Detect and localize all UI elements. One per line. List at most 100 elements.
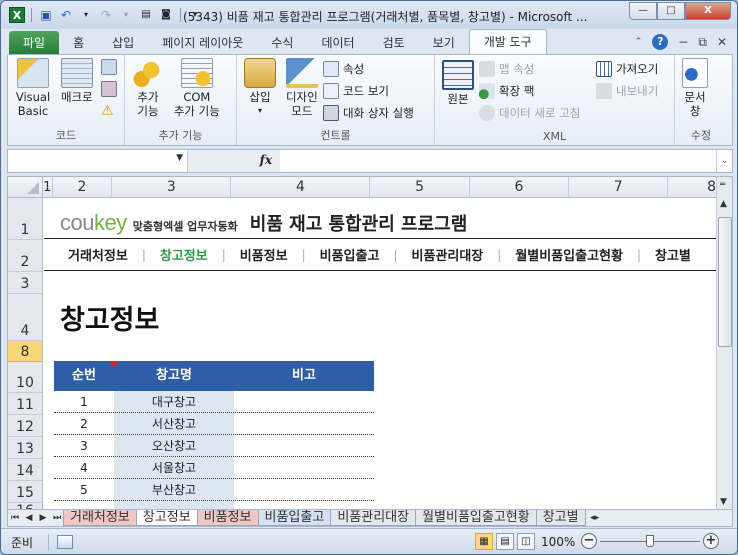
properties-button[interactable]: 속성 xyxy=(323,58,414,80)
cell-no[interactable]: 1 xyxy=(54,395,114,409)
record-macro-icon[interactable] xyxy=(101,59,117,75)
page-break-view-icon[interactable]: ◫ xyxy=(517,533,535,550)
last-sheet-icon[interactable]: ⏭ xyxy=(50,513,64,523)
row-header[interactable]: 10 xyxy=(8,362,42,393)
zoom-thumb[interactable] xyxy=(646,534,654,547)
workbook-restore-icon[interactable]: ⧉ xyxy=(698,35,707,50)
expand-formula-bar-icon[interactable]: ⌄ xyxy=(716,150,732,172)
row-header[interactable]: 14 xyxy=(8,459,42,481)
workbook-minimize-icon[interactable]: − xyxy=(678,35,688,49)
row-header[interactable]: 2 xyxy=(8,240,42,272)
xml-source-button[interactable]: 원본 xyxy=(439,60,477,106)
nav-items[interactable]: 비품정보 xyxy=(240,245,288,264)
cell-name[interactable]: 대구창고 xyxy=(114,391,234,412)
expansion-packs-button[interactable]: 확장 팩 xyxy=(479,80,580,102)
redo-dropdown-icon[interactable]: ▾ xyxy=(118,7,134,23)
cell-name[interactable]: 서울창고 xyxy=(114,457,234,478)
select-all-corner[interactable] xyxy=(8,177,43,197)
sheet-tab[interactable]: 비품관리대장 xyxy=(330,510,417,526)
column-header[interactable]: 4 xyxy=(231,177,371,197)
sheet-tab[interactable]: 거래처정보 xyxy=(63,510,137,526)
tab-review[interactable]: 검토 xyxy=(369,31,419,55)
formula-input[interactable] xyxy=(280,150,716,172)
tab-developer[interactable]: 개발 도구 xyxy=(468,29,547,55)
map-properties-button[interactable]: 맵 속성 xyxy=(479,58,580,80)
name-box-dropdown-icon[interactable]: ▼ xyxy=(176,153,183,163)
sheet-tab[interactable]: 비품입출고 xyxy=(257,510,332,526)
sheet-tab-active[interactable]: 창고정보 xyxy=(135,510,198,526)
sheet-tab[interactable]: 월별비품입출고현황 xyxy=(415,510,537,526)
macro-record-icon[interactable] xyxy=(57,535,73,549)
nav-monthly[interactable]: 월별비품입출고현황 xyxy=(515,245,623,264)
minimize-ribbon-icon[interactable]: ⌃ xyxy=(635,37,643,47)
header-warehouse-name[interactable]: 창고명 xyxy=(114,361,234,391)
zoom-in-icon[interactable]: + xyxy=(703,533,719,549)
addins-button[interactable]: 추가 기능 xyxy=(129,58,167,118)
sheet-tab[interactable]: 창고별 xyxy=(535,510,586,526)
tab-view[interactable]: 보기 xyxy=(419,31,469,55)
next-sheet-icon[interactable]: ▶ xyxy=(36,513,50,523)
nav-by-warehouse[interactable]: 창고별 xyxy=(655,245,691,264)
column-header[interactable]: 2 xyxy=(53,177,113,197)
vertical-scrollbar[interactable]: ═ ▲ ▼ xyxy=(716,177,732,509)
column-header[interactable]: 3 xyxy=(112,177,232,197)
row-header[interactable]: 11 xyxy=(8,393,42,415)
cell-no[interactable]: 3 xyxy=(54,439,114,453)
zoom-track[interactable] xyxy=(600,534,700,547)
tab-home[interactable]: 홈 xyxy=(59,31,98,55)
header-no[interactable]: 순번 xyxy=(54,361,114,391)
undo-icon[interactable]: ↶ xyxy=(58,7,74,23)
design-mode-button[interactable]: 디자인 모드 xyxy=(283,58,321,118)
nav-partners[interactable]: 거래처정보 xyxy=(68,245,128,264)
workbook-close-icon[interactable]: ✕ xyxy=(717,35,727,49)
visual-basic-button[interactable]: Visual Basic xyxy=(12,58,54,118)
run-dialog-button[interactable]: 대화 상자 실행 xyxy=(323,102,414,124)
macro-security-warning-icon[interactable]: ⚠ xyxy=(101,103,117,119)
scroll-thumb[interactable] xyxy=(718,217,732,347)
row-header-selected[interactable]: 8 xyxy=(8,341,42,362)
document-panel-button[interactable]: 문서 창 xyxy=(679,58,711,118)
cell-name[interactable]: 오산창고 xyxy=(114,435,234,456)
tab-data[interactable]: 데이터 xyxy=(307,31,368,55)
column-header[interactable]: 6 xyxy=(470,177,570,197)
row-header[interactable]: 4 xyxy=(8,294,42,341)
column-header[interactable]: 8 xyxy=(668,177,718,197)
refresh-data-button[interactable]: 데이터 새로 고침 xyxy=(479,102,580,124)
scroll-down-icon[interactable]: ▼ xyxy=(720,497,727,507)
sheet-tab[interactable]: 비품정보 xyxy=(196,510,259,526)
row-header[interactable]: 1 xyxy=(8,198,42,240)
export-button[interactable]: 내보내기 xyxy=(596,80,658,102)
split-handle-icon[interactable]: ═ xyxy=(720,180,725,190)
column-header[interactable]: 7 xyxy=(569,177,669,197)
maximize-button[interactable]: □ xyxy=(657,2,685,20)
cell-no[interactable]: 4 xyxy=(54,461,114,475)
row-header[interactable]: 16 xyxy=(8,503,42,509)
row-header[interactable]: 3 xyxy=(8,272,42,294)
name-box[interactable]: ▼ xyxy=(8,150,188,172)
relative-reference-icon[interactable] xyxy=(101,81,117,97)
cell-no[interactable]: 5 xyxy=(54,483,114,497)
row-header[interactable]: 15 xyxy=(8,481,42,503)
row-header[interactable]: 13 xyxy=(8,437,42,459)
cell-name[interactable]: 서산창고 xyxy=(114,413,234,434)
macro-button[interactable]: 매크로 xyxy=(58,58,96,104)
scroll-up-icon[interactable]: ▲ xyxy=(720,199,727,209)
nav-ledger[interactable]: 비품관리대장 xyxy=(412,245,484,264)
form-icon[interactable]: ▤ xyxy=(138,7,154,23)
minimize-button[interactable]: — xyxy=(629,2,657,20)
zoom-out-icon[interactable]: − xyxy=(581,533,597,549)
tab-file[interactable]: 파일 xyxy=(9,31,60,55)
zoom-slider[interactable]: − + xyxy=(581,533,719,549)
tab-page-layout[interactable]: 페이지 레이아웃 xyxy=(148,31,257,55)
com-addins-button[interactable]: COM 추가 기능 xyxy=(171,58,223,118)
undo-dropdown-icon[interactable]: ▾ xyxy=(78,7,94,23)
normal-view-icon[interactable]: ▦ xyxy=(475,533,493,550)
page-layout-view-icon[interactable]: ▤ xyxy=(496,533,514,550)
cell-no[interactable]: 2 xyxy=(54,417,114,431)
close-button[interactable]: X xyxy=(685,2,731,20)
excel-logo-icon[interactable]: X xyxy=(9,7,25,23)
row-header[interactable]: 12 xyxy=(8,415,42,437)
prev-sheet-icon[interactable]: ◀ xyxy=(22,513,36,523)
column-header[interactable]: 1 xyxy=(43,177,53,197)
help-icon[interactable]: ? xyxy=(652,34,669,50)
